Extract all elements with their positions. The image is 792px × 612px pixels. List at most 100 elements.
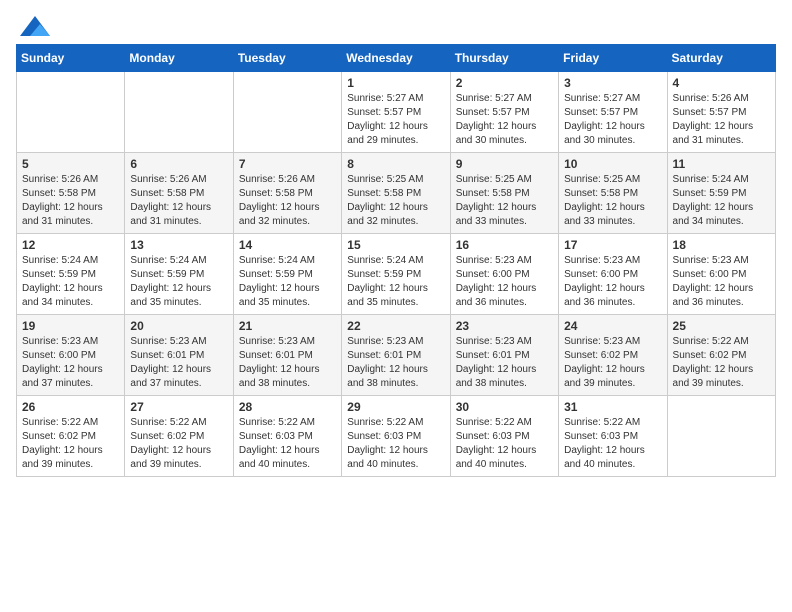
day-number: 31 — [564, 400, 661, 414]
calendar-cell: 19 Sunrise: 5:23 AM Sunset: 6:00 PM Dayli… — [17, 315, 125, 396]
calendar-cell: 4 Sunrise: 5:26 AM Sunset: 5:57 PM Daylig… — [667, 72, 775, 153]
day-number: 12 — [22, 238, 119, 252]
calendar-cell: 3 Sunrise: 5:27 AM Sunset: 5:57 PM Daylig… — [559, 72, 667, 153]
calendar-cell: 2 Sunrise: 5:27 AM Sunset: 5:57 PM Daylig… — [450, 72, 558, 153]
calendar-cell: 18Sunrise: 5:23 AM Sunset: 6:00 PM Dayli… — [667, 234, 775, 315]
day-number: 13 — [130, 238, 227, 252]
day-info: Sunrise: 5:22 AM Sunset: 6:02 PM Dayligh… — [673, 335, 770, 391]
week-row-4: 26 Sunrise: 5:22 AM Sunset: 6:02 PM Dayli… — [17, 396, 776, 477]
day-number: 20 — [130, 319, 227, 333]
day-number: 23 — [456, 319, 553, 333]
header-day-friday: Friday — [559, 45, 667, 72]
day-info: Sunrise: 5:23 AM Sunset: 6:00 PM Dayligh… — [22, 335, 119, 391]
calendar-table: SundayMondayTuesdayWednesdayThursdayFrid… — [16, 44, 776, 477]
calendar-cell: 1Sunrise: 5:27 AM Sunset: 5:57 PM Daylig… — [342, 72, 450, 153]
header-row: SundayMondayTuesdayWednesdayThursdayFrid… — [17, 45, 776, 72]
day-info: Sunrise: 5:25 AM Sunset: 5:58 PM Dayligh… — [456, 173, 553, 229]
header-day-sunday: Sunday — [17, 45, 125, 72]
day-number: 29 — [347, 400, 444, 414]
day-number: 21 — [239, 319, 336, 333]
day-info: Sunrise: 5:22 AM Sunset: 6:02 PM Dayligh… — [130, 416, 227, 472]
day-number: 3 — [564, 76, 661, 90]
calendar-cell: 6 Sunrise: 5:26 AM Sunset: 5:58 PM Daylig… — [125, 153, 233, 234]
header-day-wednesday: Wednesday — [342, 45, 450, 72]
day-number: 26 — [22, 400, 119, 414]
day-number: 14 — [239, 238, 336, 252]
calendar-cell — [17, 72, 125, 153]
calendar-cell: 9 Sunrise: 5:25 AM Sunset: 5:58 PM Daylig… — [450, 153, 558, 234]
day-number: 8 — [347, 157, 444, 171]
calendar-cell: 17Sunrise: 5:23 AM Sunset: 6:00 PM Dayli… — [559, 234, 667, 315]
calendar-cell — [667, 396, 775, 477]
day-number: 9 — [456, 157, 553, 171]
logo-icon — [20, 16, 50, 36]
calendar-cell: 16Sunrise: 5:23 AM Sunset: 6:00 PM Dayli… — [450, 234, 558, 315]
day-info: Sunrise: 5:26 AM Sunset: 5:58 PM Dayligh… — [130, 173, 227, 229]
calendar-body: 1Sunrise: 5:27 AM Sunset: 5:57 PM Daylig… — [17, 72, 776, 477]
header-day-thursday: Thursday — [450, 45, 558, 72]
page-header — [16, 16, 776, 36]
calendar-cell: 25Sunrise: 5:22 AM Sunset: 6:02 PM Dayli… — [667, 315, 775, 396]
day-number: 11 — [673, 157, 770, 171]
day-info: Sunrise: 5:23 AM Sunset: 6:01 PM Dayligh… — [130, 335, 227, 391]
day-info: Sunrise: 5:23 AM Sunset: 6:00 PM Dayligh… — [673, 254, 770, 310]
calendar-cell — [125, 72, 233, 153]
day-number: 22 — [347, 319, 444, 333]
calendar-cell: 31 Sunrise: 5:22 AM Sunset: 6:03 PM Dayli… — [559, 396, 667, 477]
day-number: 27 — [130, 400, 227, 414]
day-number: 7 — [239, 157, 336, 171]
calendar-cell: 29Sunrise: 5:22 AM Sunset: 6:03 PM Dayli… — [342, 396, 450, 477]
calendar-cell: 14 Sunrise: 5:24 AM Sunset: 5:59 PM Dayli… — [233, 234, 341, 315]
day-info: Sunrise: 5:24 AM Sunset: 5:59 PM Dayligh… — [239, 254, 336, 310]
day-info: Sunrise: 5:25 AM Sunset: 5:58 PM Dayligh… — [347, 173, 444, 229]
day-info: Sunrise: 5:27 AM Sunset: 5:57 PM Dayligh… — [456, 92, 553, 148]
day-info: Sunrise: 5:23 AM Sunset: 6:01 PM Dayligh… — [456, 335, 553, 391]
week-row-0: 1Sunrise: 5:27 AM Sunset: 5:57 PM Daylig… — [17, 72, 776, 153]
day-info: Sunrise: 5:24 AM Sunset: 5:59 PM Dayligh… — [22, 254, 119, 310]
day-info: Sunrise: 5:22 AM Sunset: 6:03 PM Dayligh… — [456, 416, 553, 472]
day-number: 6 — [130, 157, 227, 171]
calendar-cell: 21Sunrise: 5:23 AM Sunset: 6:01 PM Dayli… — [233, 315, 341, 396]
calendar-cell: 13 Sunrise: 5:24 AM Sunset: 5:59 PM Dayli… — [125, 234, 233, 315]
day-number: 24 — [564, 319, 661, 333]
calendar-cell: 24 Sunrise: 5:23 AM Sunset: 6:02 PM Dayli… — [559, 315, 667, 396]
day-info: Sunrise: 5:24 AM Sunset: 5:59 PM Dayligh… — [347, 254, 444, 310]
day-number: 2 — [456, 76, 553, 90]
calendar-cell — [233, 72, 341, 153]
day-number: 15 — [347, 238, 444, 252]
calendar-cell: 22 Sunrise: 5:23 AM Sunset: 6:01 PM Dayli… — [342, 315, 450, 396]
day-info: Sunrise: 5:23 AM Sunset: 6:02 PM Dayligh… — [564, 335, 661, 391]
calendar-cell: 20 Sunrise: 5:23 AM Sunset: 6:01 PM Dayli… — [125, 315, 233, 396]
day-info: Sunrise: 5:22 AM Sunset: 6:02 PM Dayligh… — [22, 416, 119, 472]
day-number: 16 — [456, 238, 553, 252]
calendar-cell: 7Sunrise: 5:26 AM Sunset: 5:58 PM Daylig… — [233, 153, 341, 234]
header-day-monday: Monday — [125, 45, 233, 72]
calendar-header: SundayMondayTuesdayWednesdayThursdayFrid… — [17, 45, 776, 72]
header-day-saturday: Saturday — [667, 45, 775, 72]
day-number: 19 — [22, 319, 119, 333]
calendar-cell: 26 Sunrise: 5:22 AM Sunset: 6:02 PM Dayli… — [17, 396, 125, 477]
calendar-cell: 11 Sunrise: 5:24 AM Sunset: 5:59 PM Dayli… — [667, 153, 775, 234]
week-row-2: 12 Sunrise: 5:24 AM Sunset: 5:59 PM Dayli… — [17, 234, 776, 315]
logo — [16, 16, 50, 36]
week-row-1: 5 Sunrise: 5:26 AM Sunset: 5:58 PM Daylig… — [17, 153, 776, 234]
day-info: Sunrise: 5:27 AM Sunset: 5:57 PM Dayligh… — [564, 92, 661, 148]
day-info: Sunrise: 5:27 AM Sunset: 5:57 PM Dayligh… — [347, 92, 444, 148]
day-info: Sunrise: 5:24 AM Sunset: 5:59 PM Dayligh… — [130, 254, 227, 310]
day-number: 30 — [456, 400, 553, 414]
day-number: 5 — [22, 157, 119, 171]
calendar-cell: 10Sunrise: 5:25 AM Sunset: 5:58 PM Dayli… — [559, 153, 667, 234]
day-info: Sunrise: 5:22 AM Sunset: 6:03 PM Dayligh… — [239, 416, 336, 472]
calendar-cell: 23 Sunrise: 5:23 AM Sunset: 6:01 PM Dayli… — [450, 315, 558, 396]
calendar-cell: 15 Sunrise: 5:24 AM Sunset: 5:59 PM Dayli… — [342, 234, 450, 315]
day-number: 4 — [673, 76, 770, 90]
header-day-tuesday: Tuesday — [233, 45, 341, 72]
day-info: Sunrise: 5:23 AM Sunset: 6:01 PM Dayligh… — [347, 335, 444, 391]
day-number: 28 — [239, 400, 336, 414]
day-info: Sunrise: 5:26 AM Sunset: 5:57 PM Dayligh… — [673, 92, 770, 148]
day-info: Sunrise: 5:24 AM Sunset: 5:59 PM Dayligh… — [673, 173, 770, 229]
calendar-cell: 30 Sunrise: 5:22 AM Sunset: 6:03 PM Dayli… — [450, 396, 558, 477]
day-info: Sunrise: 5:22 AM Sunset: 6:03 PM Dayligh… — [564, 416, 661, 472]
calendar-cell: 12 Sunrise: 5:24 AM Sunset: 5:59 PM Dayli… — [17, 234, 125, 315]
calendar-cell: 8 Sunrise: 5:25 AM Sunset: 5:58 PM Daylig… — [342, 153, 450, 234]
